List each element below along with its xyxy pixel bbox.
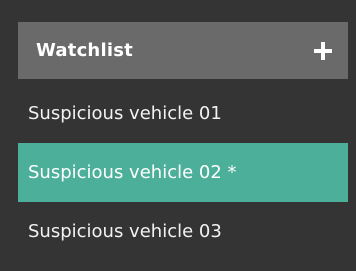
list-item-label: Suspicious vehicle 03 (28, 221, 222, 242)
list-item-label: Suspicious vehicle 01 (28, 103, 222, 124)
list-item-vehicle-02[interactable]: Suspicious vehicle 02 * (18, 143, 348, 202)
watchlist-header: Watchlist (18, 22, 348, 79)
list-item-vehicle-01[interactable]: Suspicious vehicle 01 (18, 84, 348, 143)
watchlist-list: Suspicious vehicle 01 Suspicious vehicle… (18, 84, 348, 261)
list-item-label: Suspicious vehicle 02 * (28, 162, 237, 183)
plus-icon[interactable] (312, 40, 334, 62)
watchlist-panel: Watchlist Suspicious vehicle 01 Suspicio… (18, 22, 348, 261)
watchlist-title: Watchlist (36, 40, 133, 61)
list-item-vehicle-03[interactable]: Suspicious vehicle 03 (18, 202, 348, 261)
